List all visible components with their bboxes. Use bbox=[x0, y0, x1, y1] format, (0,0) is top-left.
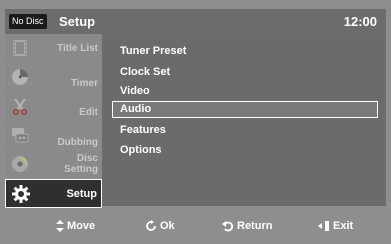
menu-item-options[interactable]: Options bbox=[112, 142, 378, 159]
menu-item-features[interactable]: Features bbox=[112, 122, 378, 139]
sidebar-item-label-line2: Setting bbox=[64, 164, 98, 175]
move-label: Move bbox=[67, 220, 96, 232]
enter-icon bbox=[146, 220, 156, 231]
return-icon bbox=[222, 221, 234, 232]
up-down-arrow-icon bbox=[56, 220, 64, 232]
menu-item-audio[interactable]: Audio bbox=[112, 101, 378, 118]
return-label: Return bbox=[237, 220, 273, 232]
footer-hints: Move Ok Return Exit bbox=[5, 216, 386, 240]
dubbing-icon bbox=[9, 124, 31, 146]
sidebar-item-label: Title List bbox=[57, 43, 98, 54]
ok-label: Ok bbox=[160, 220, 175, 232]
disc-status-badge: No Disc bbox=[9, 14, 47, 29]
sidebar-item-label: Edit bbox=[79, 107, 98, 118]
exit-icon bbox=[318, 221, 329, 231]
return-hint: Return bbox=[222, 220, 272, 232]
sidebar-item-edit[interactable]: Edit bbox=[5, 92, 102, 120]
scissors-icon bbox=[9, 95, 31, 117]
sidebar-item-label: Setup bbox=[66, 188, 97, 200]
menu-item-video[interactable]: Video bbox=[112, 83, 378, 100]
sidebar-item-dubbing[interactable]: Dubbing bbox=[5, 121, 102, 149]
header-bar: No Disc Setup 12:00 bbox=[5, 9, 386, 34]
menu-item-clock-set[interactable]: Clock Set bbox=[112, 64, 378, 81]
ok-hint: Ok bbox=[145, 220, 175, 232]
sidebar-item-disc-setting[interactable]: Disc Setting bbox=[5, 150, 102, 178]
exit-hint: Exit bbox=[318, 220, 353, 232]
exit-label: Exit bbox=[333, 220, 354, 232]
gear-icon bbox=[10, 183, 32, 205]
sidebar-item-label: Timer bbox=[70, 78, 98, 89]
page-title: Setup bbox=[59, 14, 96, 29]
setup-menu-panel: Tuner Preset Clock Set Video Audio Featu… bbox=[102, 34, 386, 206]
disc-icon bbox=[9, 153, 31, 175]
sidebar: Title List Timer Edit Dubbing Disc Setti… bbox=[5, 34, 102, 208]
clock-icon bbox=[9, 66, 31, 88]
film-icon bbox=[9, 37, 31, 59]
clock-display: 12:00 bbox=[343, 14, 377, 29]
sidebar-item-title-list[interactable]: Title List bbox=[5, 34, 102, 62]
sidebar-item-label: Dubbing bbox=[57, 137, 98, 148]
setup-screen: No Disc Setup 12:00 Title List Timer Edi… bbox=[0, 0, 391, 244]
move-hint: Move bbox=[56, 220, 95, 232]
sidebar-item-setup[interactable]: Setup bbox=[5, 179, 102, 208]
menu-item-tuner-preset[interactable]: Tuner Preset bbox=[112, 43, 378, 60]
sidebar-item-timer[interactable]: Timer bbox=[5, 63, 102, 91]
sidebar-item-label-line1: Disc bbox=[76, 153, 98, 164]
